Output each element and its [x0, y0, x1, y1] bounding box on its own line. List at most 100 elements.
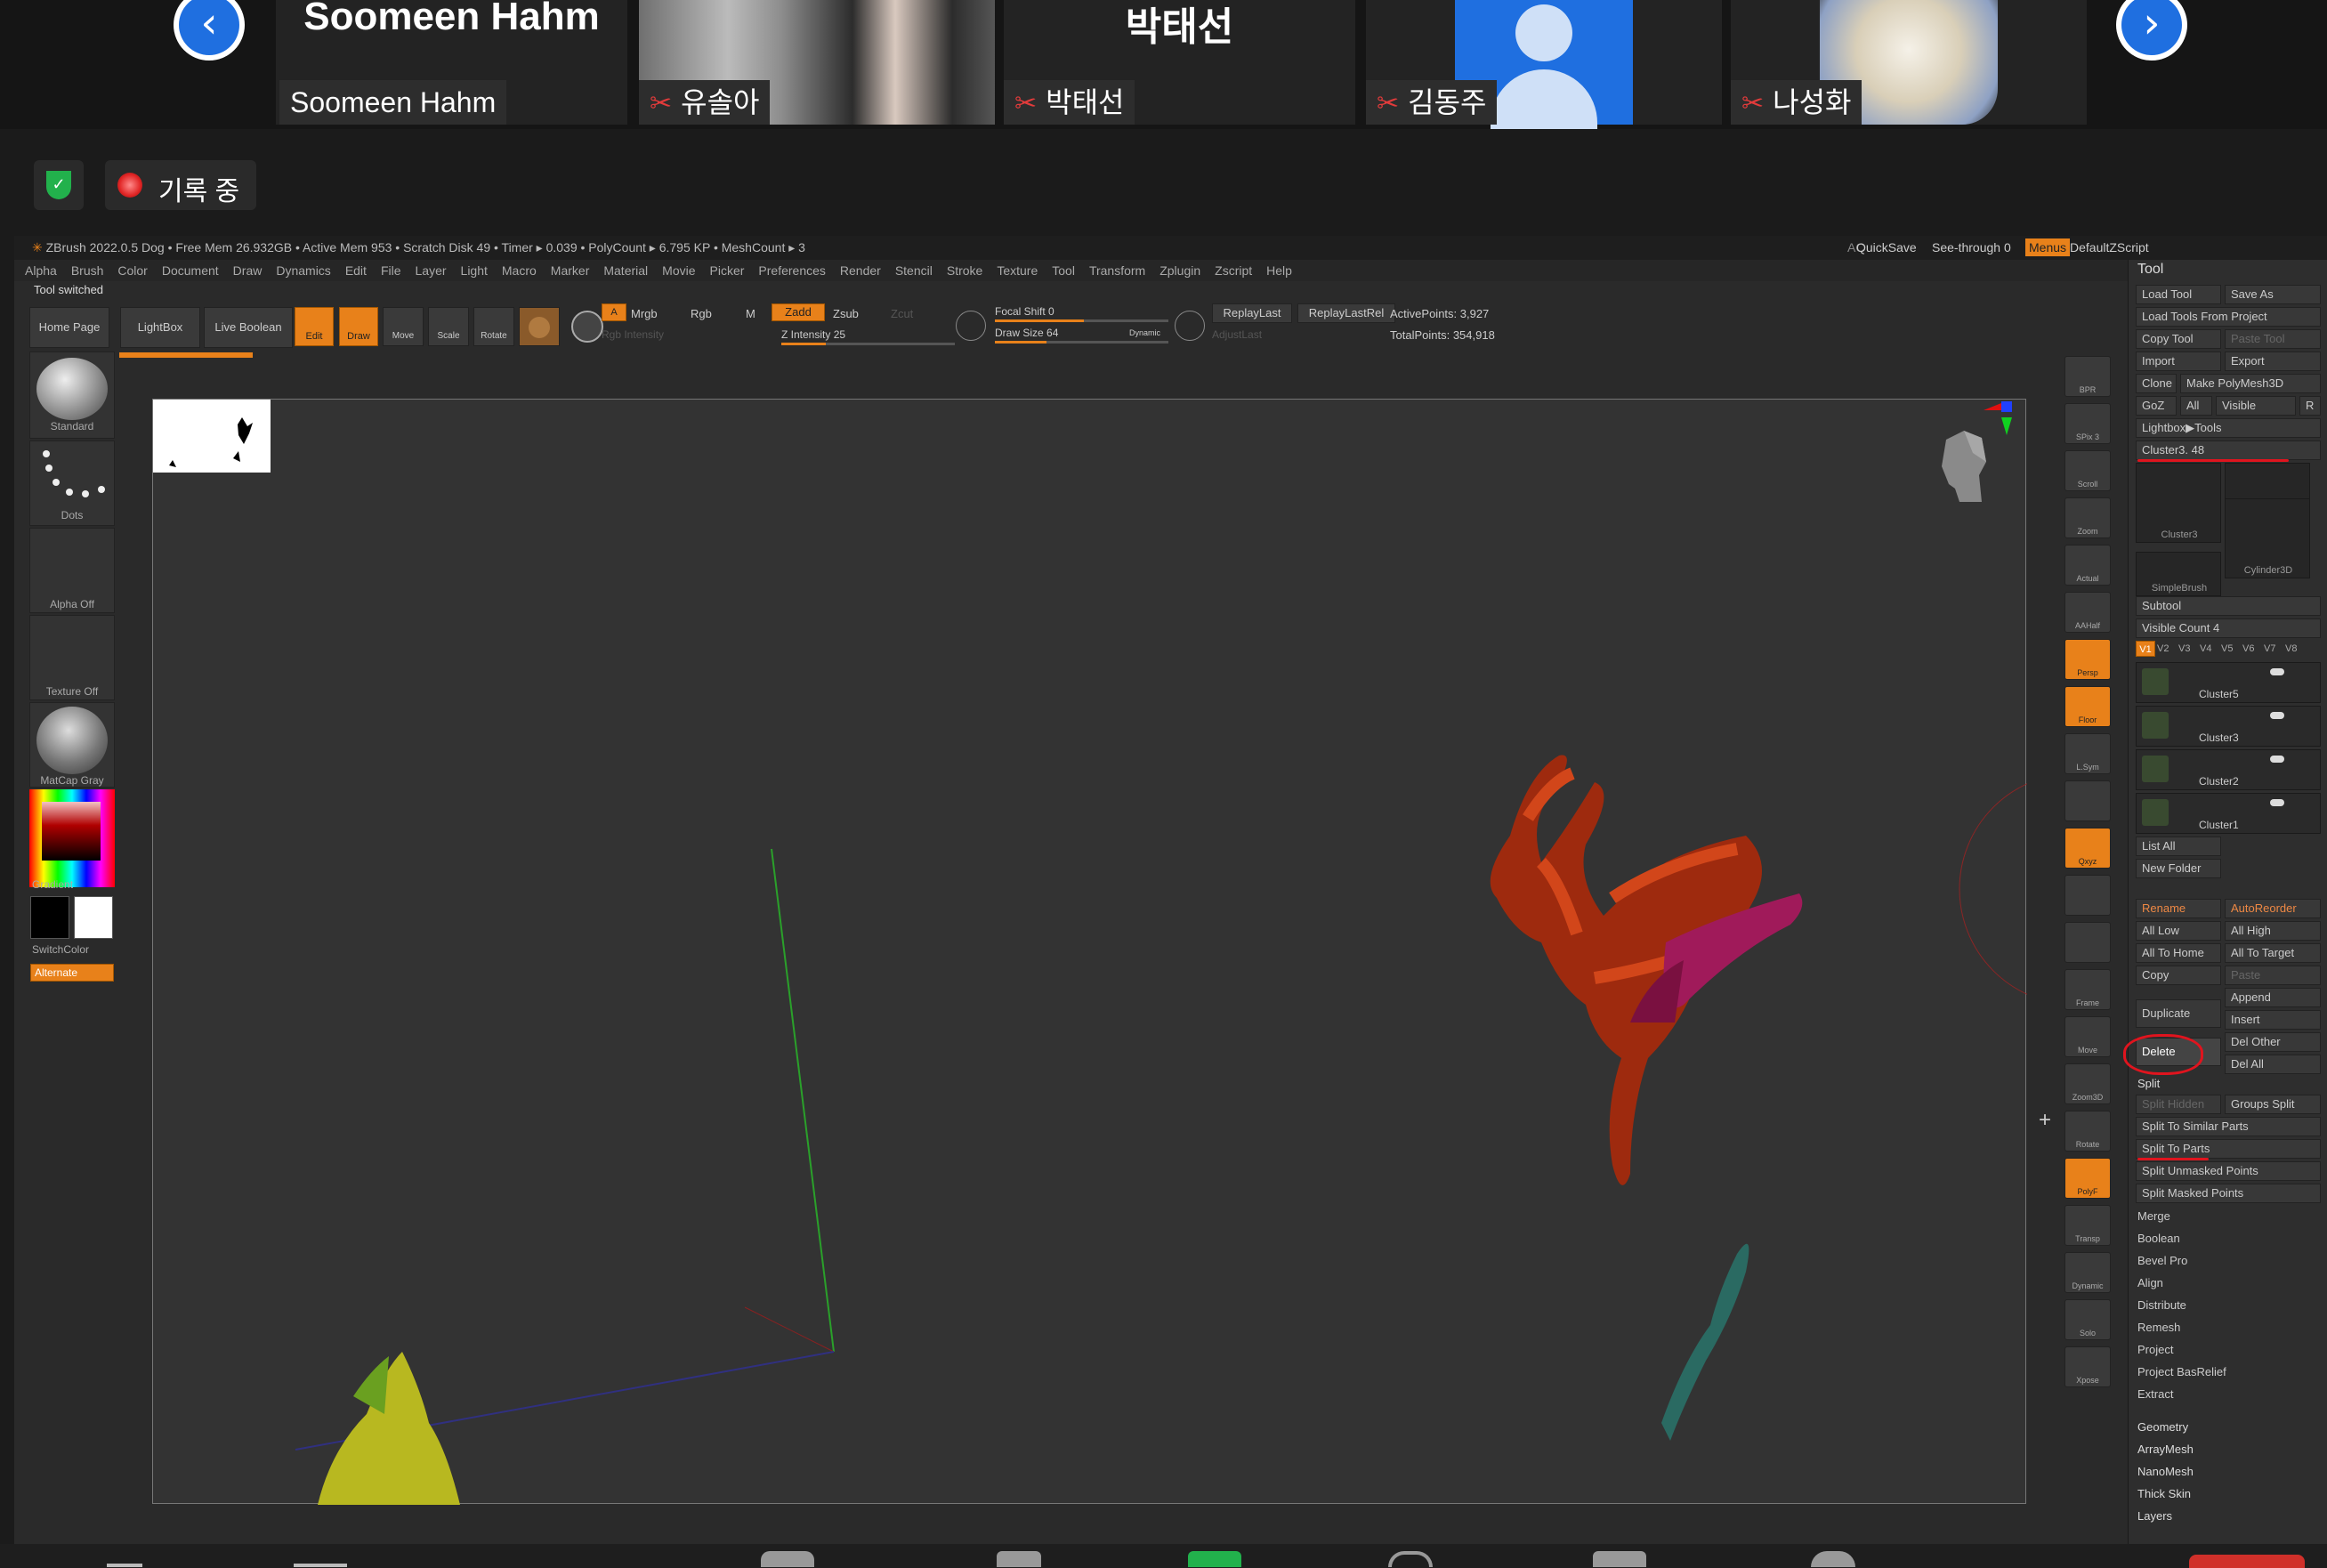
shelf-zoom[interactable]: Zoom	[2064, 497, 2111, 538]
load-tool-button[interactable]: Load Tool	[2136, 285, 2221, 304]
secondary-color-swatch[interactable]	[74, 896, 113, 939]
stop-video-icon[interactable]	[294, 1549, 347, 1567]
section-align[interactable]: Align	[2137, 1276, 2163, 1289]
menu-color[interactable]: Color	[117, 263, 147, 278]
lightbox-tools-button[interactable]: Lightbox▶Tools	[2136, 418, 2321, 438]
a-button[interactable]: A	[602, 303, 626, 321]
shelf-toggle-11[interactable]	[2064, 875, 2111, 916]
subtool-header[interactable]: Subtool	[2136, 596, 2321, 616]
import-button[interactable]: Import	[2136, 352, 2221, 371]
section-remesh[interactable]: Remesh	[2137, 1321, 2180, 1334]
subtool-item[interactable]: Cluster2	[2136, 749, 2321, 790]
rename-button[interactable]: Rename	[2136, 899, 2221, 918]
participants-icon[interactable]	[761, 1551, 814, 1567]
del-other-button[interactable]: Del Other	[2225, 1032, 2321, 1052]
record-icon[interactable]	[1388, 1551, 1433, 1567]
replay-last-button[interactable]: ReplayLast	[1212, 303, 1292, 323]
focal-shift-track[interactable]	[995, 319, 1168, 322]
texture-picker[interactable]: Texture Off	[29, 615, 115, 700]
draw-size-track[interactable]	[995, 341, 1168, 344]
goz-visible-button[interactable]: Visible	[2216, 396, 2296, 416]
menu-layer[interactable]: Layer	[416, 263, 447, 278]
version-button-v8[interactable]: V8	[2285, 641, 2305, 657]
goz-button[interactable]: GoZ	[2136, 396, 2177, 416]
rgb-button[interactable]: Rgb	[691, 307, 712, 320]
gallery-next-button[interactable]: ›	[2116, 0, 2187, 61]
zsub-button[interactable]: Zsub	[833, 307, 859, 320]
visibility-toggle-icon[interactable]	[2270, 799, 2284, 806]
split-section-header[interactable]: Split	[2137, 1077, 2160, 1090]
material-sphere-icon[interactable]	[519, 307, 560, 346]
menu-picker[interactable]: Picker	[710, 263, 745, 278]
menu-texture[interactable]: Texture	[997, 263, 1038, 278]
thumb-cylinder3d[interactable]: Cylinder3D	[2225, 498, 2310, 578]
current-tool-slider[interactable]: Cluster3. 48	[2136, 440, 2321, 460]
shelf-aahalf[interactable]: AAHalf	[2064, 592, 2111, 633]
goz-all-button[interactable]: All	[2180, 396, 2212, 416]
visibility-toggle-icon[interactable]	[2270, 756, 2284, 763]
shelf-solo[interactable]: Solo	[2064, 1299, 2111, 1340]
thumb-cluster3-a[interactable]: Cluster3	[2136, 463, 2221, 543]
split-hidden-button[interactable]: Split Hidden	[2136, 1095, 2221, 1114]
rgb-intensity-slider[interactable]: Rgb Intensity	[602, 328, 664, 341]
all-high-button[interactable]: All High	[2225, 921, 2321, 941]
draw-size-slider[interactable]: Draw Size 64	[995, 327, 1058, 339]
zcut-button[interactable]: Zcut	[891, 307, 913, 320]
end-meeting-button[interactable]	[2189, 1555, 2305, 1568]
all-to-target-button[interactable]: All To Target	[2225, 943, 2321, 963]
version-button-v3[interactable]: V3	[2178, 641, 2198, 657]
groups-split-button[interactable]: Groups Split	[2225, 1095, 2321, 1114]
section-extract[interactable]: Extract	[2137, 1387, 2173, 1401]
color-square[interactable]	[42, 802, 101, 861]
menu-zplugin[interactable]: Zplugin	[1159, 263, 1200, 278]
menu-stroke[interactable]: Stroke	[947, 263, 982, 278]
version-button-v2[interactable]: V2	[2157, 641, 2177, 657]
shelf-rotate[interactable]: Rotate	[2064, 1111, 2111, 1152]
section-boolean[interactable]: Boolean	[2137, 1232, 2180, 1245]
shelf-bpr[interactable]: BPR	[2064, 356, 2111, 397]
lazy-mouse-icon[interactable]	[956, 311, 986, 341]
shelf-toggle-9[interactable]	[2064, 780, 2111, 821]
subtool-item[interactable]: Cluster3	[2136, 706, 2321, 747]
apps-icon[interactable]	[1811, 1551, 1855, 1567]
recording-indicator[interactable]: 기록 중	[105, 160, 256, 210]
section-bevel-pro[interactable]: Bevel Pro	[2137, 1254, 2187, 1267]
new-folder-button[interactable]: New Folder	[2136, 859, 2221, 878]
lightbox-button[interactable]: LightBox	[120, 307, 200, 348]
shelf-scroll[interactable]: Scroll	[2064, 450, 2111, 491]
mute-icon[interactable]	[107, 1549, 142, 1567]
menu-movie[interactable]: Movie	[662, 263, 695, 278]
menu-draw[interactable]: Draw	[233, 263, 263, 278]
menu-edit[interactable]: Edit	[345, 263, 367, 278]
menu-dynamics[interactable]: Dynamics	[276, 263, 330, 278]
alternate-button[interactable]: Alternate	[30, 964, 114, 982]
menu-brush[interactable]: Brush	[71, 263, 104, 278]
shelf-xpose[interactable]: Xpose	[2064, 1346, 2111, 1387]
zadd-button[interactable]: Zadd	[772, 303, 825, 321]
share-screen-icon[interactable]	[1188, 1551, 1241, 1567]
edit-button[interactable]: Edit	[295, 307, 334, 346]
del-all-button[interactable]: Del All	[2225, 1055, 2321, 1074]
z-intensity-slider[interactable]: Z Intensity 25	[781, 328, 845, 341]
shelf-spix-3[interactable]: SPix 3	[2064, 403, 2111, 444]
menus-toggle[interactable]: Menus	[2025, 238, 2071, 256]
visibility-toggle-icon[interactable]	[2270, 668, 2284, 675]
visible-count-slider[interactable]: Visible Count 4	[2136, 618, 2321, 638]
quicksave-button[interactable]: QuickSave	[1856, 236, 1917, 260]
alpha-picker[interactable]: Alpha Off	[29, 528, 115, 613]
menu-marker[interactable]: Marker	[551, 263, 590, 278]
participant-tile[interactable]: ✂ 나성화	[1731, 0, 2087, 125]
insert-button[interactable]: Insert	[2225, 1010, 2321, 1030]
m-button[interactable]: M	[746, 307, 755, 320]
main-color-swatch[interactable]	[30, 896, 69, 939]
copy-subtool-button[interactable]: Copy	[2136, 966, 2221, 985]
clone-button[interactable]: Clone	[2136, 374, 2177, 393]
section-merge[interactable]: Merge	[2137, 1209, 2170, 1223]
shelf-persp[interactable]: Persp	[2064, 639, 2111, 680]
move-button[interactable]: Move	[383, 307, 424, 346]
shelf-move[interactable]: Move	[2064, 1016, 2111, 1057]
menu-transform[interactable]: Transform	[1089, 263, 1145, 278]
paste-subtool-button[interactable]: Paste	[2225, 966, 2321, 985]
version-button-v1[interactable]: V1	[2136, 641, 2155, 657]
adjust-last-slider[interactable]: AdjustLast	[1212, 328, 1262, 341]
